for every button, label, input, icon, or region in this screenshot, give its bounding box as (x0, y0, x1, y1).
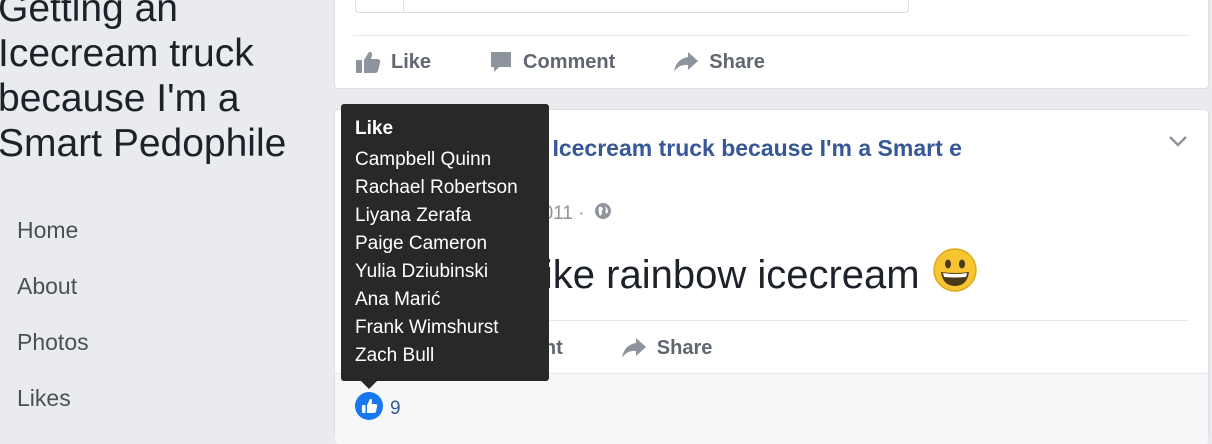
reactions-bar: 9 (335, 373, 1208, 444)
globe-icon[interactable] (594, 202, 612, 226)
liker-name: Campbell Quinn (355, 149, 492, 170)
post-text: like rainbow icecream (535, 247, 978, 303)
previous-post-attachment (355, 0, 909, 13)
like-badge-icon (355, 392, 383, 425)
tooltip-heading: Like (355, 118, 394, 139)
liker-name: Ana Marić (355, 289, 441, 310)
nav-item-about[interactable]: About (0, 260, 330, 316)
divider (353, 35, 1188, 36)
like-button[interactable]: Like (355, 50, 431, 74)
liker-name: Yulia Dziubinski (355, 261, 489, 282)
comment-button[interactable]: Comment (489, 50, 615, 74)
chevron-down-icon[interactable] (1168, 134, 1188, 152)
liker-name: Liyana Zerafa (355, 205, 472, 226)
likes-tooltip: Like Campbell Quinn Rachael Robertson Li… (341, 104, 549, 381)
nav-item-photos[interactable]: Photos (0, 316, 330, 372)
page-title: Getting an Icecream truck because I'm a … (0, 0, 287, 165)
post-title-link[interactable]: n Icecream truck because I'm a Smart e (532, 132, 1022, 165)
like-count[interactable]: 9 (355, 392, 401, 425)
grinning-face-icon (932, 247, 978, 303)
post-text-content: like rainbow icecream (535, 252, 920, 297)
like-count-number: 9 (390, 397, 401, 419)
liker-name: Paige Cameron (355, 233, 488, 254)
previous-post-card: Like Comment Share (334, 0, 1209, 89)
comment-label: Comment (523, 50, 616, 73)
share-arrow-icon (621, 336, 647, 360)
tooltip-arrow (361, 381, 377, 389)
nav-item-home[interactable]: Home (0, 204, 330, 260)
thumbs-up-icon (355, 50, 381, 74)
share-label: Share (709, 50, 765, 73)
previous-post-actions: Like Comment Share (355, 42, 823, 82)
share-label: Share (656, 336, 713, 359)
liker-name: Zach Bull (355, 345, 435, 366)
page-nav: Home About Photos Likes (0, 204, 330, 428)
share-arrow-icon (673, 50, 699, 74)
like-label: Like (391, 50, 432, 73)
comment-bubble-icon (489, 50, 513, 74)
liker-name: Rachael Robertson (355, 177, 518, 198)
share-button[interactable]: Share (673, 50, 765, 74)
nav-item-likes[interactable]: Likes (0, 372, 330, 428)
liker-name: Frank Wimshurst (355, 317, 499, 338)
share-button[interactable]: Share (621, 336, 713, 360)
